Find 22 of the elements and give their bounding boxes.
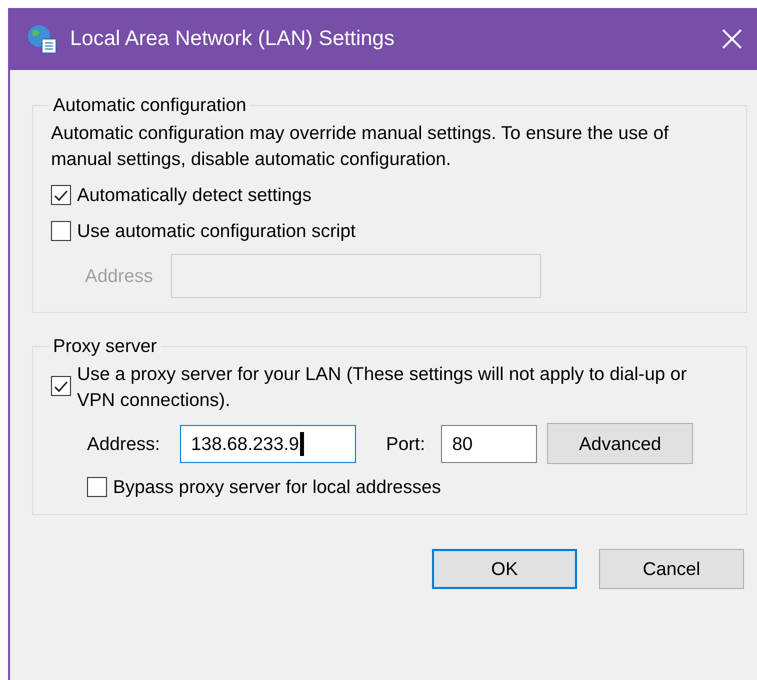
dialog-button[interactable]: Cancel xyxy=(599,549,744,589)
window-title: Local Area Network (LAN) Settings xyxy=(70,27,396,51)
close-icon[interactable] xyxy=(721,28,743,50)
description-text: Automatic configuration may override manual settings. To ensure the use of manual settings, disable automatic configuration. xyxy=(51,121,670,171)
dialog-button[interactable]: OK xyxy=(432,549,577,589)
group-title: Automatic configuration xyxy=(52,94,248,116)
checkbox-label[interactable]: Bypass proxy server for local addresses xyxy=(113,474,441,500)
checkbox[interactable] xyxy=(51,221,71,241)
field-label: Address: xyxy=(87,432,160,454)
field-label: Address xyxy=(85,265,153,287)
checkbox-label[interactable]: Automatically detect settings xyxy=(77,182,312,208)
port-field[interactable]: 80 xyxy=(441,424,538,462)
checkbox-label[interactable]: Use a proxy server for your LAN (These settings will not apply to dial-up or VPN connections). xyxy=(77,361,697,413)
group-title: Proxy server xyxy=(52,335,158,357)
advanced-button[interactable]: Advanced xyxy=(547,423,694,464)
checkbox-label[interactable]: Use automatic configuration script xyxy=(77,218,356,244)
address-field[interactable]: 138.68.233.9 xyxy=(180,424,356,462)
field-label: Port: xyxy=(386,432,426,454)
checkbox[interactable] xyxy=(87,477,107,497)
network-settings-icon xyxy=(26,23,58,55)
checkbox[interactable] xyxy=(51,185,71,205)
checkbox[interactable] xyxy=(51,376,71,396)
